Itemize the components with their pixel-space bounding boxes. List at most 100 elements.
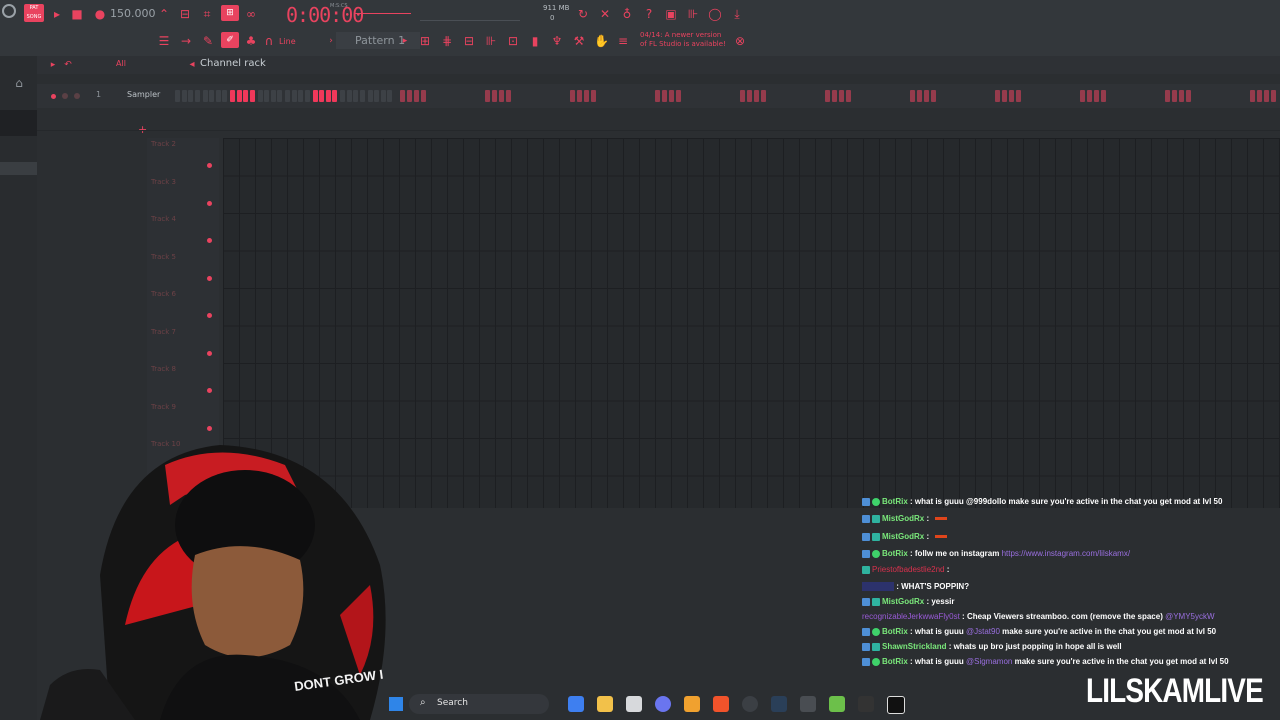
step-button[interactable] (277, 90, 282, 102)
time-display[interactable]: 0:00:00 (286, 3, 364, 27)
step-button[interactable] (1080, 90, 1085, 102)
paint-brush-button[interactable]: ✐ (221, 32, 239, 48)
discord-icon[interactable] (655, 696, 671, 712)
step-button[interactable] (1257, 90, 1262, 102)
step-button[interactable] (340, 90, 345, 102)
refresh-icon[interactable]: ↻ (576, 7, 590, 21)
track-mute-led[interactable] (207, 425, 212, 431)
step-button[interactable] (1101, 90, 1106, 102)
step-button[interactable] (754, 90, 759, 102)
chat-username[interactable]: MistGodRx (882, 597, 924, 606)
step-button[interactable] (236, 90, 242, 102)
track-label[interactable]: Track 2 (151, 140, 176, 148)
step-button[interactable] (577, 90, 582, 102)
magnet-icon[interactable]: ∩ (262, 34, 276, 48)
step-button[interactable] (485, 90, 490, 102)
sequence-icon[interactable]: ≡ (616, 34, 630, 48)
plugin-icon[interactable]: ▮ (528, 34, 542, 48)
fl-studio-icon[interactable] (684, 696, 700, 712)
playlist-icon[interactable]: ☰ (157, 34, 171, 48)
step-button[interactable] (215, 90, 221, 102)
track-mute-led[interactable] (207, 200, 212, 206)
bluestacks-icon[interactable] (829, 696, 845, 712)
tools-icon[interactable]: ⚒ (572, 34, 586, 48)
capcut-icon[interactable] (887, 696, 905, 714)
pat-song-toggle[interactable]: PAT SONG (24, 4, 44, 22)
track-mute-led[interactable] (207, 238, 212, 243)
step-button[interactable] (414, 90, 419, 102)
step-button[interactable] (1002, 90, 1007, 102)
step-button[interactable] (1016, 90, 1021, 102)
step-button[interactable] (421, 90, 426, 102)
step-button[interactable] (270, 90, 276, 102)
step-button[interactable] (222, 90, 227, 102)
chat-username[interactable]: BotRix (882, 497, 908, 506)
track-mute-led[interactable] (207, 275, 212, 281)
step-button[interactable] (387, 90, 392, 102)
track-mute-led[interactable] (207, 313, 212, 318)
taskbar-search[interactable] (409, 694, 549, 714)
plug-icon[interactable]: ♆ (550, 34, 564, 48)
countdown-icon[interactable]: ⌗ (200, 7, 214, 21)
step-button[interactable] (400, 90, 405, 102)
master-pitch-slider[interactable] (420, 8, 520, 21)
step-button[interactable] (181, 90, 187, 102)
touch-icon[interactable]: ✋ (594, 34, 609, 48)
step-button[interactable] (1179, 90, 1184, 102)
track-label[interactable]: Track 9 (151, 403, 176, 411)
playlist-window-icon[interactable]: ⊞ (418, 34, 432, 48)
step-button[interactable] (917, 90, 922, 102)
track-mute-led[interactable] (207, 388, 212, 393)
browser-selection[interactable] (0, 110, 37, 136)
step-button[interactable] (249, 90, 255, 102)
chat-link[interactable]: https://www.instagram.com/lilskamx/ (1002, 549, 1130, 558)
step-button[interactable] (257, 90, 263, 102)
cut-icon[interactable]: ✕ (598, 7, 612, 21)
obs-icon[interactable] (742, 696, 758, 712)
step-button[interactable] (1264, 90, 1269, 102)
step-button[interactable] (319, 90, 324, 102)
step-button[interactable] (291, 90, 297, 102)
metronome-icon[interactable]: ⌃ (157, 7, 171, 21)
download-icon[interactable]: ⤓ (730, 7, 744, 21)
piano-roll-icon[interactable]: ⋕ (440, 34, 454, 48)
step-button[interactable] (995, 90, 1000, 102)
snap-selector[interactable]: Line (279, 37, 296, 46)
channel-led[interactable] (51, 94, 56, 99)
store-icon[interactable] (626, 696, 642, 712)
step-button[interactable] (1172, 90, 1177, 102)
chat-username[interactable] (862, 582, 894, 591)
track-label[interactable]: Track 7 (151, 328, 176, 336)
step-button[interactable] (825, 90, 830, 102)
step-button[interactable] (761, 90, 766, 102)
step-button[interactable] (243, 90, 248, 102)
channel-filter[interactable]: All (116, 59, 126, 68)
step-button[interactable] (1009, 90, 1014, 102)
track-label[interactable]: Track 4 (151, 215, 176, 223)
step-button[interactable] (1087, 90, 1092, 102)
step-button[interactable] (346, 90, 352, 102)
step-button[interactable] (407, 90, 412, 102)
chat-link[interactable]: @YMY5yckW (1165, 612, 1214, 621)
step-button[interactable] (499, 90, 504, 102)
mixer-icon[interactable]: ⊪ (686, 7, 700, 21)
channel-rack-icon[interactable]: ⊟ (462, 34, 476, 48)
file-explorer-icon[interactable] (597, 696, 613, 712)
browser-item[interactable] (0, 162, 37, 175)
wait-icon[interactable]: ⊟ (178, 7, 192, 21)
step-button[interactable] (570, 90, 575, 102)
step-button[interactable] (676, 90, 681, 102)
chat-username[interactable]: ShawnStrickland (882, 642, 946, 651)
pencil-icon[interactable]: ✎ (201, 34, 215, 48)
rack-menu-icon[interactable]: ◂ (185, 58, 199, 72)
browser-folder-icon[interactable]: ⌂ (12, 76, 26, 90)
step-button[interactable] (1165, 90, 1170, 102)
undo-icon[interactable]: ↶ (61, 58, 75, 72)
step-button[interactable] (202, 90, 208, 102)
channel-pan-knob[interactable] (62, 93, 68, 99)
app-icon[interactable] (800, 696, 816, 712)
chat-username[interactable]: Priestofbadestlie2nd (872, 565, 945, 574)
chat-icon[interactable]: ◯ (708, 7, 722, 21)
fl-logo-icon[interactable] (2, 4, 16, 18)
copilot-icon[interactable] (568, 696, 584, 712)
